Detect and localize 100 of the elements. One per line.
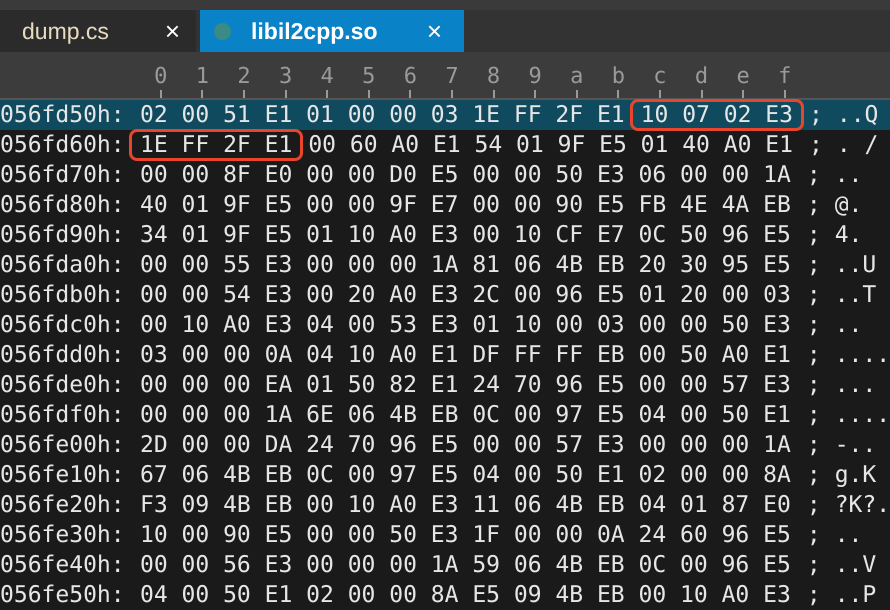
column-label: f [778, 64, 792, 90]
address-text: 056fde0h: [0, 370, 126, 400]
hex-row[interactable]: 056fe40h: 00 00 56 E3 00 00 00 1A 59 06 4B EB 0C 00 96 E5 ; ..V [0, 550, 890, 580]
hex-row[interactable]: 056fd90h: 34 01 9F E5 01 10 A0 E3 00 10 CF E7 0C 50 96 E5 ; 4. [0, 220, 890, 250]
highlighted-bytes: 1E FF 2F E1 [129, 129, 304, 161]
hex-row[interactable]: 056fdc0h: 00 10 A0 E3 04 00 53 E3 01 10 00 03 00 00 50 E3 ; .. [0, 310, 890, 340]
hex-bytes: 04 00 50 E1 02 00 00 8A E5 09 4B EB 00 10 A0 E3 [139, 580, 792, 610]
separator-text: ; [806, 160, 821, 190]
column-label: d [694, 64, 708, 90]
hex-row[interactable]: 056fd70h: 00 00 8F E0 00 00 D0 E5 00 00 50 E3 06 00 00 1A ; .. [0, 160, 890, 190]
hex-row[interactable]: 056fde0h: 00 00 00 EA 01 50 82 E1 24 70 96 E5 00 00 57 E3 ; ... [0, 370, 890, 400]
hex-bytes: 2D 00 00 DA 24 70 96 E5 00 00 57 E3 00 00 00 1A [139, 430, 792, 460]
close-icon[interactable]: × [418, 12, 450, 50]
address-text: 056fe40h: [0, 550, 126, 580]
column-label: 8 [486, 64, 500, 90]
hex-bytes: F3 09 4B EB 00 10 A0 E3 11 06 4B EB 04 01 87 E0 [139, 490, 792, 520]
address-text: 056fda0h: [0, 250, 126, 280]
column-label: 3 [278, 64, 292, 90]
column-label: 9 [528, 64, 542, 90]
separator-text: ; [806, 370, 821, 400]
separator-text: ; [806, 490, 821, 520]
separator-text: ; [808, 100, 823, 130]
separator-text: ; [806, 310, 821, 340]
column-label: 6 [404, 64, 417, 90]
ascii-text: .. [834, 160, 862, 190]
separator-text: ; [806, 220, 821, 250]
hex-row[interactable]: 056fe30h: 10 00 90 E5 00 00 50 E3 1F 00 00 0A 24 60 96 E5 ; .. [0, 520, 890, 550]
address-text: 056fdd0h: [0, 340, 126, 370]
hex-row[interactable]: 056fd60h: 1E FF 2F E1 00 60 A0 E1 54 01 9F E5 01 40 A0 E1 ; . / [0, 130, 890, 160]
ascii-text: ..V [834, 550, 876, 580]
address-text: 056fe30h: [0, 520, 126, 550]
hex-bytes: 00 00 00 EA 01 50 82 E1 24 70 96 E5 00 00 57 E3 [139, 370, 792, 400]
hex-row[interactable]: 056fe20h: F3 09 4B EB 00 10 A0 E3 11 06 4B EB 04 01 87 E0 ; ?K?. [0, 490, 890, 520]
ascii-text: .... [834, 400, 890, 430]
ascii-text: ... [834, 370, 876, 400]
separator-text: ; [806, 580, 821, 610]
ascii-text: ..T [834, 280, 876, 310]
ascii-text: ?K?. [834, 490, 890, 520]
ascii-text: ..U [834, 250, 876, 280]
separator-text: ; [806, 340, 821, 370]
close-icon[interactable]: × [156, 12, 188, 50]
ascii-text: ..P [834, 580, 876, 610]
hex-row[interactable]: 056fe00h: 2D 00 00 DA 24 70 96 E5 00 00 57 E3 00 00 00 1A ; -.. [0, 430, 890, 460]
column-label: 5 [362, 64, 376, 90]
highlighted-bytes: 10 07 02 E3 [630, 99, 804, 131]
hex-bytes: 10 00 90 E5 00 00 50 E3 1F 00 00 0A 24 60 96 E5 [139, 520, 792, 550]
address-text: 056fe00h: [0, 430, 126, 460]
separator-text: ; [806, 250, 821, 280]
hex-bytes: 00 00 54 E3 00 20 A0 E3 2C 00 96 E5 01 20 00 03 [139, 280, 792, 310]
ascii-text: g.K [834, 460, 876, 490]
hex-row[interactable]: 056fe10h: 67 06 4B EB 0C 00 97 E5 04 00 50 E1 02 00 00 8A ; g.K [0, 460, 890, 490]
ascii-text: -.. [834, 430, 876, 460]
ascii-text: ..Q [836, 100, 878, 130]
column-label: b [612, 64, 625, 90]
address-text: 056fe50h: [0, 580, 126, 610]
hex-bytes: 00 00 00 1A 6E 06 4B EB 0C 00 97 E5 04 00 50 E1 [139, 400, 792, 430]
hex-row[interactable]: 056fdb0h: 00 00 54 E3 00 20 A0 E3 2C 00 96 E5 01 20 00 03 ; ..T [0, 280, 890, 310]
address-text: 056fe20h: [0, 490, 126, 520]
column-label: c [653, 64, 667, 90]
address-text: 056fd50h: [0, 100, 126, 130]
hex-bytes: 02 00 51 E1 01 00 00 03 1E FF 2F E1 [139, 100, 626, 130]
hex-row[interactable]: 056fdf0h: 00 00 00 1A 6E 06 4B EB 0C 00 97 E5 04 00 50 E1 ; .... [0, 400, 890, 430]
ascii-text: .. [834, 520, 862, 550]
separator-text: ; [806, 400, 821, 430]
hex-row[interactable]: 056fdd0h: 03 00 00 0A 04 10 A0 E1 DF FF FF EB 00 50 A0 E1 ; .... [0, 340, 890, 370]
separator-text: ; [806, 520, 821, 550]
address-text: 056fd90h: [0, 220, 126, 250]
address-text: 056fdb0h: [0, 280, 126, 310]
separator-text: ; [806, 460, 821, 490]
hex-bytes: 00 00 55 E3 00 00 00 1A 81 06 4B EB 20 30 95 E5 [139, 250, 792, 280]
tab[interactable]: libil2cpp.so × [200, 10, 464, 52]
hex-row[interactable]: 056fe50h: 04 00 50 E1 02 00 00 8A E5 09 4B EB 00 10 A0 E3 ; ..P [0, 580, 890, 610]
hex-bytes: 00 10 A0 E3 04 00 53 E3 01 10 00 03 00 00 50 E3 [139, 310, 792, 340]
ascii-text: .. [834, 310, 862, 340]
column-label: 7 [445, 64, 459, 90]
separator-text: ; [806, 550, 821, 580]
hex-row[interactable]: 056fd80h: 40 01 9F E5 00 00 9F E7 00 00 90 E5 FB 4E 4A EB ; @. [0, 190, 890, 220]
column-label: 4 [320, 64, 334, 90]
address-text: 056fd70h: [0, 160, 126, 190]
separator-text: ; [806, 190, 821, 220]
hex-bytes: 00 00 8F E0 00 00 D0 E5 00 00 50 E3 06 00 00 1A [139, 160, 792, 190]
hex-row[interactable]: 056fd50h: 02 00 51 E1 01 00 00 03 1E FF 2F E1 10 07 02 E3 ; ..Q [0, 100, 890, 130]
address-text: 056fdc0h: [0, 310, 126, 340]
hex-row[interactable]: 056fda0h: 00 00 55 E3 00 00 00 1A 81 06 4B EB 20 30 95 E5 ; ..U [0, 250, 890, 280]
hex-bytes: 40 01 9F E5 00 00 9F E7 00 00 90 E5 FB 4E 4A EB [139, 190, 792, 220]
column-label: 2 [237, 64, 251, 90]
column-label: e [736, 64, 750, 90]
ascii-text: . / [836, 130, 878, 160]
ascii-text: 4. [834, 220, 862, 250]
column-label: 1 [196, 64, 210, 90]
address-text: 056fd60h: [0, 130, 126, 160]
hex-bytes: 34 01 9F E5 01 10 A0 E3 00 10 CF E7 0C 50 96 E5 [139, 220, 792, 250]
hex-bytes: 03 00 00 0A 04 10 A0 E1 DF FF FF EB 00 50 A0 E1 [139, 340, 792, 370]
ascii-text: @. [834, 190, 862, 220]
tab[interactable]: dump.cs × [0, 10, 196, 52]
column-label: a [570, 64, 584, 90]
hex-bytes: 00 60 A0 E1 54 01 9F E5 01 40 A0 E1 [307, 130, 794, 160]
hex-bytes: 67 06 4B EB 0C 00 97 E5 04 00 50 E1 02 00 00 8A [139, 460, 792, 490]
column-label: 0 [154, 64, 168, 90]
separator-text: ; [806, 430, 821, 460]
